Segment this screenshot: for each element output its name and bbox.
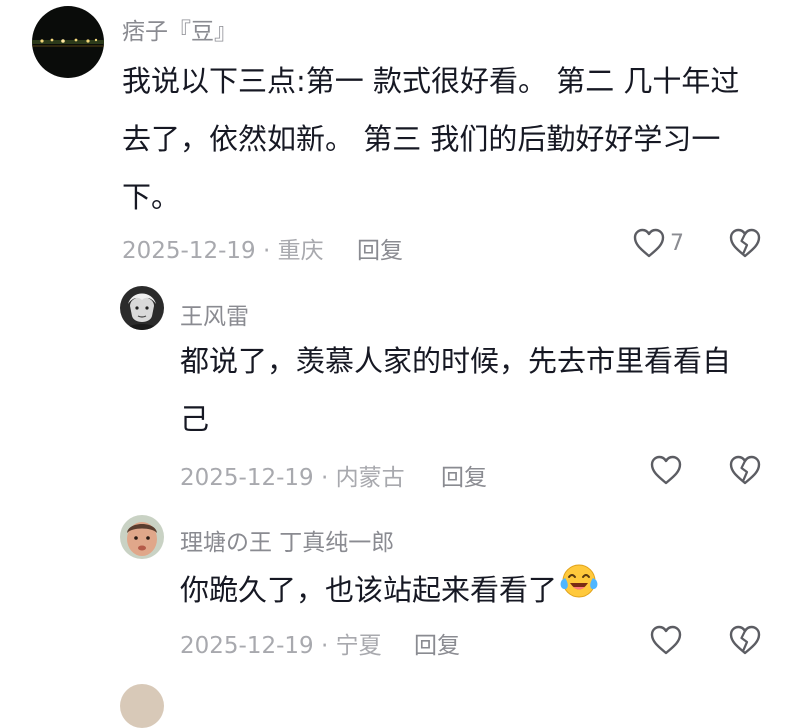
reply-button[interactable]: 回复 bbox=[441, 458, 487, 492]
comment-text: 你跪久了，也该站起来看看了 bbox=[180, 560, 599, 619]
avatar[interactable] bbox=[120, 286, 164, 330]
broken-heart-icon bbox=[729, 228, 761, 258]
like-count: 7 bbox=[670, 230, 684, 256]
heart-outline-icon bbox=[650, 625, 682, 655]
comment-date-location: 2025-12-19 · 重庆 bbox=[122, 238, 324, 264]
avatar-night-scene bbox=[32, 6, 104, 78]
comment-text-line: 去了，依然如新。 第三 我们的后勤好好学习一 bbox=[122, 122, 721, 156]
comment-text-line: 己 bbox=[180, 402, 210, 436]
next-comment-avatar[interactable] bbox=[120, 684, 164, 728]
dislike-button[interactable] bbox=[728, 454, 762, 490]
like-button[interactable]: 7 bbox=[632, 227, 684, 259]
avatar[interactable] bbox=[32, 6, 104, 78]
reply-button[interactable]: 回复 bbox=[357, 231, 403, 265]
comment-date-location: 2025-12-19 · 宁夏 bbox=[180, 633, 382, 659]
like-button[interactable] bbox=[649, 624, 683, 656]
broken-heart-icon bbox=[729, 455, 761, 485]
avatar-sketch-portrait bbox=[120, 286, 164, 330]
dislike-button[interactable] bbox=[728, 624, 762, 660]
reply-comment-item: 王风雷 都说了，羡慕人家的时候，先去市里看看自 己 2025-12-19 · 内… bbox=[0, 270, 800, 500]
comment-text: 都说了，羡慕人家的时候，先去市里看看自 己 bbox=[180, 332, 731, 448]
comment-text-line: 都说了，羡慕人家的时候，先去市里看看自 bbox=[180, 344, 732, 378]
broken-heart-icon bbox=[729, 625, 761, 655]
reply-comment-item: 理塘の王 丁真纯一郎 你跪久了，也该站起来看看了 2025-12-19 · 宁夏… bbox=[0, 500, 800, 675]
avatar[interactable] bbox=[120, 515, 164, 559]
laughing-crying-emoji bbox=[559, 560, 599, 619]
comment-text: 我说以下三点:第一 款式很好看。 第二 几十年过 去了，依然如新。 第三 我们的… bbox=[122, 52, 739, 226]
comment-username[interactable]: 王风雷 bbox=[180, 297, 249, 331]
comment-text-line: 下。 bbox=[122, 180, 181, 214]
reply-button[interactable]: 回复 bbox=[414, 626, 460, 660]
comment-username[interactable]: 理塘の王 丁真纯一郎 bbox=[180, 523, 394, 557]
heart-outline-icon bbox=[650, 455, 682, 485]
comment-username[interactable]: 痞子『豆』 bbox=[122, 12, 237, 46]
comment-text-line: 我说以下三点:第一 款式很好看。 第二 几十年过 bbox=[122, 64, 740, 98]
like-button[interactable] bbox=[649, 454, 683, 486]
avatar-face-photo bbox=[120, 515, 164, 559]
heart-outline-icon bbox=[633, 228, 665, 258]
comment-text-line: 你跪久了，也该站起来看看了 bbox=[180, 572, 558, 607]
dislike-button[interactable] bbox=[728, 227, 762, 263]
comment-date-location: 2025-12-19 · 内蒙古 bbox=[180, 465, 405, 491]
comment-item: 痞子『豆』 我说以下三点:第一 款式很好看。 第二 几十年过 去了，依然如新。 … bbox=[0, 0, 800, 270]
